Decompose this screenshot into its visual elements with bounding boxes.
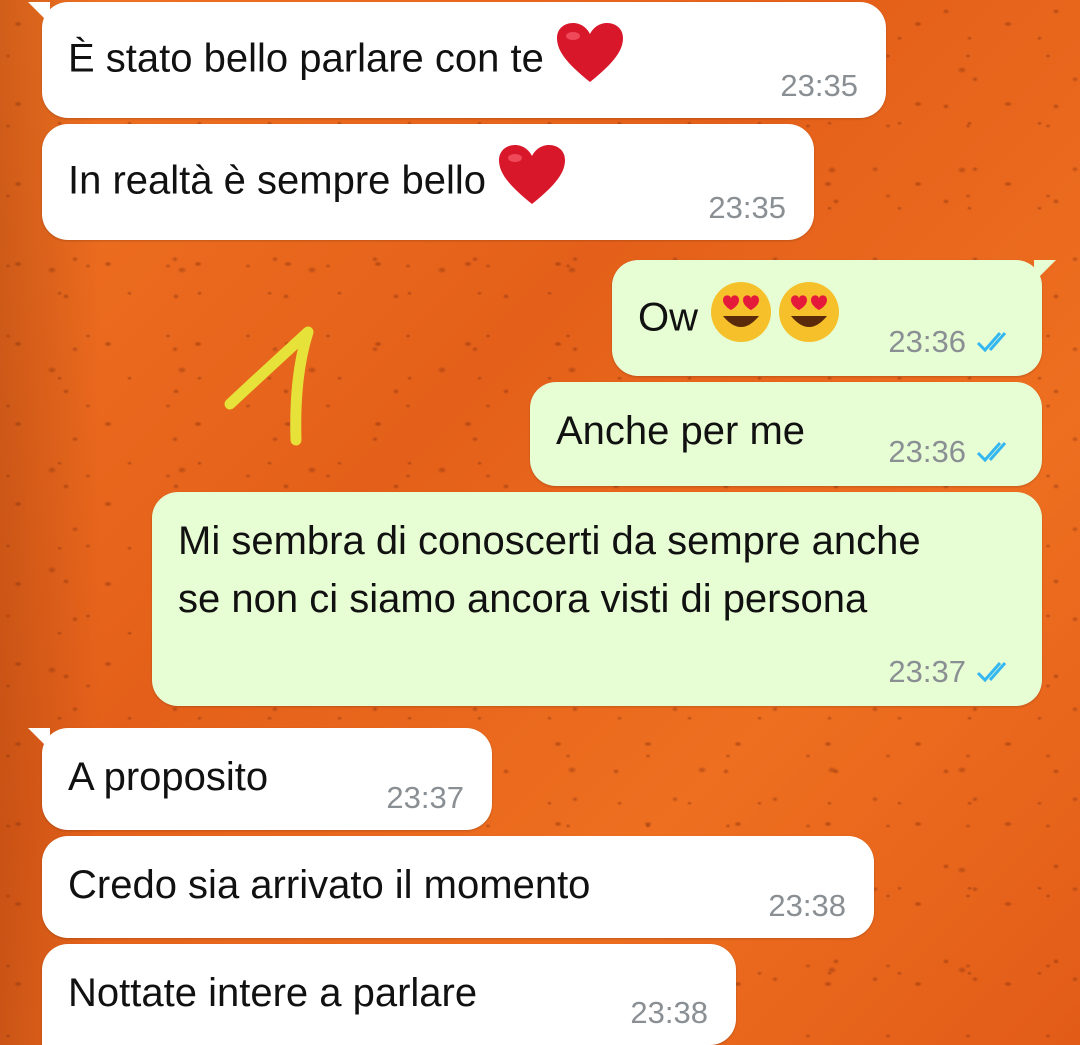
message-time: 23:37 — [386, 780, 464, 815]
message-bubble-incoming[interactable]: A proposito 23:37 — [28, 728, 492, 830]
heart-icon — [497, 144, 567, 222]
message-bubble-outgoing[interactable]: Ow 23:36 — [612, 260, 1056, 376]
message-time: 23:36 — [888, 324, 966, 360]
message-text: È stato bello parlare con te — [68, 36, 544, 81]
message-time: 23:35 — [708, 190, 786, 225]
heart-icon — [555, 22, 625, 100]
message-text: Anche per me — [556, 409, 806, 453]
read-receipt-icon — [976, 656, 1018, 692]
message-time: 23:38 — [630, 995, 708, 1030]
message-time: 23:36 — [888, 434, 966, 470]
message-text: Nottate intere a parlare — [68, 971, 478, 1015]
message-time: 23:35 — [780, 68, 858, 103]
heart-eyes-emoji-icon — [709, 280, 841, 360]
message-bubble-incoming[interactable]: Credo sia arrivato il momento 23:38 — [42, 836, 874, 938]
message-bubble-incoming[interactable]: In realtà è sempre bello 23:35 — [42, 124, 814, 240]
message-text: Mi sembra di conoscerti da sempre anche … — [178, 519, 921, 621]
message-bubble-incoming[interactable]: Nottate intere a parlare 23:38 — [42, 944, 736, 1045]
message-meta: 23:36 — [888, 324, 1018, 362]
message-text: Ow — [638, 295, 698, 340]
message-text: Credo sia arrivato il momento — [68, 863, 591, 907]
message-text: A proposito — [68, 755, 269, 799]
read-receipt-icon — [976, 326, 1018, 362]
message-bubble-incoming[interactable]: È stato bello parlare con te 23:35 — [28, 2, 886, 118]
message-bubble-outgoing[interactable]: Anche per me 23:36 — [530, 382, 1042, 486]
read-receipt-icon — [976, 436, 1018, 472]
message-time: 23:38 — [768, 888, 846, 923]
message-text: In realtà è sempre bello — [68, 158, 487, 203]
message-time: 23:37 — [888, 654, 966, 690]
handwritten-annotation-1 — [220, 316, 330, 461]
message-meta: 23:36 — [888, 434, 1018, 472]
message-meta: 23:37 — [888, 654, 1018, 692]
message-bubble-outgoing[interactable]: Mi sembra di conoscerti da sempre anche … — [152, 492, 1042, 706]
